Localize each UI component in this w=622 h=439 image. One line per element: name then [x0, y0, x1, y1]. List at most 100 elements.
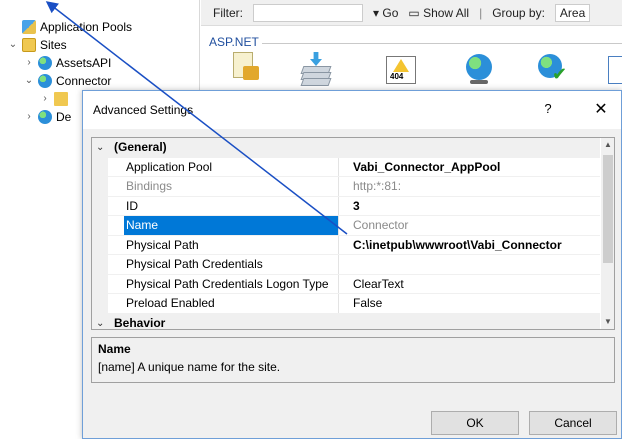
tree-item-label: Application Pools — [40, 20, 133, 34]
property-name: Bindings — [126, 179, 173, 193]
property-value[interactable] — [339, 255, 600, 275]
row-gutter — [92, 177, 108, 197]
scroll-up-icon[interactable]: ▲ — [601, 138, 614, 152]
chevron-down-icon[interactable]: ⌄ — [96, 138, 108, 157]
error-pages-feature-icon[interactable]: 404 — [384, 52, 418, 86]
chevron-down-icon[interactable]: ⌄ — [8, 36, 18, 54]
row-gutter — [92, 235, 108, 255]
description-panel: Name [name] A unique name for the site. — [91, 337, 615, 383]
row-gutter — [92, 294, 108, 314]
property-name: (General) — [112, 138, 600, 158]
property-row-bindings[interactable]: Bindings http:*:81: — [92, 177, 600, 197]
authorization-feature-icon[interactable] — [229, 52, 263, 86]
cancel-button[interactable]: Cancel — [529, 411, 617, 435]
property-value[interactable]: Connector — [339, 216, 600, 236]
property-value[interactable]: C:\inetpub\wwwroot\Vabi_Connector — [339, 236, 600, 256]
tree-item-label: De — [56, 110, 72, 124]
globe-stand-shape — [470, 80, 488, 84]
chevron-down-icon[interactable]: ⌄ — [96, 314, 108, 330]
chevron-right-icon[interactable]: › — [40, 90, 50, 108]
machine-key-feature-icon[interactable] — [606, 52, 622, 86]
trust-levels-feature-icon[interactable]: ✔ — [536, 52, 570, 86]
row-gutter — [92, 157, 108, 177]
property-name: Name — [124, 216, 338, 236]
help-button[interactable]: ? — [540, 101, 556, 116]
category-general[interactable]: ⌄ (General) — [92, 138, 600, 158]
property-name: Physical Path — [126, 237, 199, 252]
aspnet-section-label: ASP.NET — [209, 35, 259, 49]
ok-button[interactable]: OK — [431, 411, 519, 435]
row-gutter — [92, 216, 108, 236]
show-all-label: Show All — [423, 5, 470, 20]
property-value[interactable]: Vabi_Connector_AppPool — [339, 158, 600, 178]
row-gutter — [92, 274, 108, 294]
page-shape — [608, 56, 622, 84]
property-value[interactable]: 3 — [339, 197, 600, 217]
tree-item-folder[interactable]: › — [40, 90, 72, 108]
globe-icon — [38, 56, 52, 70]
category-behavior[interactable]: ⌄ Behavior — [92, 313, 600, 330]
tree-item-label: AssetsAPI — [56, 56, 112, 70]
row-gutter — [92, 255, 108, 275]
lock-icon — [243, 66, 259, 80]
checkmark-icon: ✔ — [552, 64, 568, 84]
tree-item-label: Connector — [56, 74, 112, 88]
property-value[interactable]: ClearText — [339, 275, 600, 295]
row-gutter — [92, 196, 108, 216]
tree-item-connector[interactable]: ⌄ Connector — [24, 72, 111, 90]
property-row-application-pool[interactable]: Application Pool Vabi_Connector_AppPool — [92, 157, 600, 178]
globalization-feature-icon[interactable] — [462, 52, 496, 86]
dialog-title: Advanced Settings — [93, 103, 194, 117]
property-row-physical-path-credentials[interactable]: Physical Path Credentials — [92, 255, 600, 275]
description-title: Name — [98, 342, 131, 356]
globe-icon — [466, 54, 492, 80]
property-value[interactable]: False — [339, 294, 600, 314]
folder-icon — [54, 92, 68, 106]
chevron-down-icon[interactable]: ⌄ — [24, 72, 34, 90]
show-all-button[interactable]: ▭ Show All — [408, 6, 469, 20]
property-name: Application Pool — [126, 159, 213, 174]
layer-shape — [300, 78, 332, 86]
property-name: ID — [126, 198, 138, 213]
advanced-settings-dialog: Advanced Settings ? ✕ ⌄ (General) Applic… — [82, 90, 622, 439]
filter-input[interactable] — [253, 3, 363, 22]
filter-label: Filter: — [213, 5, 243, 20]
tree-item-assetsapi[interactable]: › AssetsAPI — [24, 54, 111, 72]
property-name: Physical Path Credentials — [126, 257, 263, 271]
close-button[interactable]: ✕ — [591, 99, 611, 119]
chevron-right-icon[interactable]: › — [24, 108, 34, 126]
tree-item-sites[interactable]: ⌄ Sites — [8, 36, 67, 54]
globe-icon — [38, 74, 52, 88]
scroll-down-icon[interactable]: ▼ — [601, 315, 614, 329]
download-arrow-icon — [310, 52, 322, 66]
scroll-thumb[interactable] — [603, 155, 613, 263]
filter-bar: Filter: ▾ Go ▭ Show All | Group by: Area — [201, 0, 622, 26]
property-name: Preload Enabled — [126, 296, 215, 310]
section-divider — [262, 43, 622, 44]
property-row-physical-path[interactable]: Physical Path C:\inetpub\wwwroot\Vabi_Co… — [92, 235, 600, 256]
tree-item-default[interactable]: › De — [24, 108, 71, 126]
property-row-logon-type[interactable]: Physical Path Credentials Logon Type Cle… — [92, 274, 600, 295]
sites-icon — [22, 38, 36, 52]
property-name: Physical Path Credentials Logon Type — [126, 276, 329, 291]
property-value[interactable]: http:*:81: — [339, 177, 600, 197]
group-by-label: Group by: — [492, 5, 545, 20]
description-text: [name] A unique name for the site. — [98, 360, 281, 374]
property-row-name[interactable]: Name Connector — [92, 216, 600, 236]
property-name: Behavior — [112, 313, 600, 329]
error-code-text: 404 — [390, 72, 404, 81]
go-button[interactable]: ▾ Go — [373, 6, 398, 20]
property-grid: ⌄ (General) Application Pool Vabi_Connec… — [91, 137, 615, 330]
separator: | — [479, 5, 483, 20]
chevron-right-icon[interactable]: › — [24, 54, 34, 72]
property-row-id[interactable]: ID 3 — [92, 196, 600, 217]
property-row-preload-enabled[interactable]: Preload Enabled False — [92, 294, 600, 314]
app-pools-icon — [22, 20, 36, 34]
show-all-icon: ▭ — [408, 5, 420, 20]
compilation-feature-icon[interactable] — [300, 52, 334, 86]
vertical-scrollbar[interactable]: ▲ ▼ — [601, 138, 614, 329]
group-by-select[interactable]: Area — [554, 3, 591, 22]
go-label: Go — [382, 5, 399, 20]
globe-icon — [38, 110, 52, 124]
tree-item-application-pools[interactable]: Application Pools — [22, 18, 132, 36]
